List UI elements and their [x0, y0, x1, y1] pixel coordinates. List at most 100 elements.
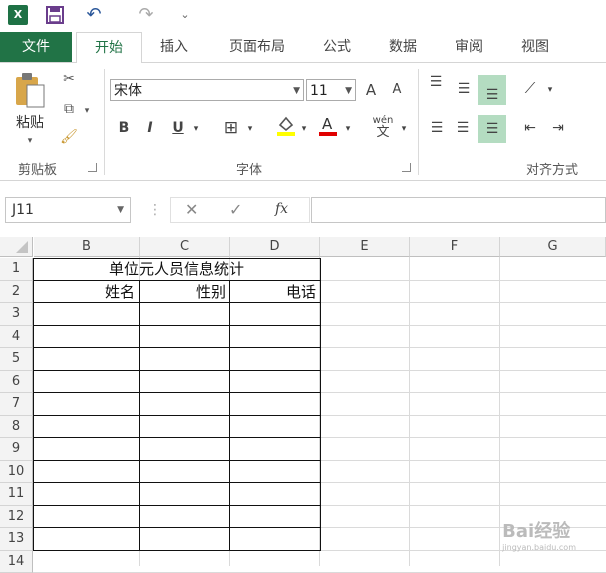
row-header-10[interactable]: 10 — [0, 461, 33, 484]
column-header-b[interactable]: B — [34, 237, 140, 257]
table-border-vertical — [139, 281, 140, 551]
increase-indent-icon[interactable]: ⇥ — [546, 117, 570, 139]
tab-view[interactable]: 视图 — [510, 32, 560, 62]
row-header-3[interactable]: 3 — [0, 303, 33, 326]
chevron-down-icon: ▼ — [345, 80, 352, 102]
table-border-horizontal — [34, 347, 321, 348]
column-header-f[interactable]: F — [410, 237, 500, 257]
chevron-down-icon[interactable]: ▾ — [342, 118, 354, 140]
orientation-icon[interactable]: ⟋ — [518, 77, 542, 99]
table-border-horizontal — [34, 527, 321, 528]
tab-file[interactable]: 文件 — [0, 32, 72, 62]
tab-review[interactable]: 审阅 — [444, 32, 494, 62]
chevron-down-icon[interactable]: ▼ — [117, 198, 124, 222]
column-header-d[interactable]: D — [230, 237, 320, 257]
paste-icon[interactable] — [12, 71, 48, 109]
font-size-combo[interactable]: 11▼ — [306, 79, 356, 101]
row-header-13[interactable]: 13 — [0, 528, 33, 551]
alignment-group-label: 对齐方式 — [526, 159, 578, 178]
column-header-e[interactable]: E — [320, 237, 410, 257]
row-header-14[interactable]: 14 — [0, 551, 33, 573]
tab-insert[interactable]: 插入 — [146, 32, 202, 62]
table-border-horizontal — [34, 482, 321, 483]
formula-bar: J11 ▼ ⋮ ✕ ✓ fx — [0, 181, 606, 231]
copy-icon[interactable]: ⧉ — [58, 99, 80, 119]
enter-icon[interactable]: ✓ — [229, 200, 242, 219]
top-align-icon[interactable]: ☰ — [424, 75, 448, 103]
watermark-text: Bai经验 — [502, 521, 570, 542]
chevron-down-icon[interactable]: ▾ — [244, 118, 256, 140]
table-border-horizontal — [34, 392, 321, 393]
middle-align-icon[interactable]: ☰ — [452, 75, 476, 103]
tab-page-layout[interactable]: 页面布局 — [212, 32, 302, 62]
fill-color-icon[interactable] — [274, 113, 298, 144]
align-left-icon[interactable]: ☰ — [426, 117, 448, 139]
format-painter-icon[interactable]: 🖌 — [58, 127, 80, 147]
ribbon-tabs: 文件 开始 插入 页面布局 公式 数据 审阅 视图 — [0, 32, 606, 63]
save-icon[interactable] — [44, 4, 66, 26]
customize-qat-button[interactable]: ⌄ — [178, 4, 192, 26]
chevron-down-icon[interactable]: ▾ — [298, 118, 310, 140]
undo-button[interactable]: ↶ — [80, 4, 108, 26]
group-divider — [418, 69, 419, 175]
sheet-title-cell[interactable]: 单位元人员信息统计 — [34, 258, 319, 280]
gridline-vertical — [499, 257, 500, 566]
borders-icon[interactable]: ⊞ — [220, 117, 242, 139]
font-name-combo[interactable]: 宋体▼ — [110, 79, 304, 101]
row-header-1[interactable]: 1 — [0, 258, 33, 281]
font-launcher-icon[interactable] — [402, 163, 411, 172]
paste-label[interactable]: 粘贴 — [10, 113, 50, 133]
name-box[interactable]: J11 ▼ — [5, 197, 131, 223]
font-color-icon[interactable]: A — [316, 113, 340, 144]
align-center-icon[interactable]: ☰ — [452, 117, 474, 139]
excel-logo-icon: X — [8, 5, 28, 25]
chevron-down-icon[interactable]: ▾ — [190, 118, 202, 140]
header-cell-gender[interactable]: 性别 — [140, 281, 229, 303]
copy-dropdown-icon[interactable]: ▾ — [82, 101, 92, 121]
resize-handle-icon[interactable]: ⋮ — [148, 199, 154, 221]
row-header-5[interactable]: 5 — [0, 348, 33, 371]
clipboard-launcher-icon[interactable] — [88, 163, 97, 172]
font-group-label: 字体 — [236, 159, 262, 178]
watermark-url: jingyan.baidu.com — [502, 543, 576, 552]
bold-button[interactable]: B — [114, 117, 134, 139]
align-right-icon[interactable]: ☰ — [478, 115, 506, 143]
row-header-4[interactable]: 4 — [0, 326, 33, 349]
underline-button[interactable]: U — [168, 117, 188, 139]
phonetic-char-icon: 文 — [368, 127, 398, 139]
formula-input[interactable] — [311, 197, 606, 223]
worksheet-grid: BCDEFG 1234567891011121314 单位元人员信息统计 姓名 … — [0, 237, 606, 566]
table-border-horizontal — [34, 415, 321, 416]
insert-function-icon[interactable]: fx — [275, 201, 288, 217]
row-header-8[interactable]: 8 — [0, 416, 33, 439]
row-header-9[interactable]: 9 — [0, 438, 33, 461]
redo-button[interactable]: ↷ — [132, 4, 160, 26]
formula-buttons: ✕ ✓ fx — [170, 197, 310, 223]
italic-button[interactable]: I — [140, 117, 160, 139]
row-header-6[interactable]: 6 — [0, 371, 33, 394]
tab-formulas[interactable]: 公式 — [310, 32, 364, 62]
cancel-icon[interactable]: ✕ — [185, 200, 198, 219]
table-border-horizontal — [34, 437, 321, 438]
bottom-align-icon[interactable]: ☰ — [478, 75, 506, 105]
header-cell-name[interactable]: 姓名 — [34, 281, 138, 303]
phonetic-guide-button[interactable]: wén文 — [368, 115, 398, 139]
grow-font-button[interactable]: A — [360, 79, 382, 101]
row-header-11[interactable]: 11 — [0, 483, 33, 506]
row-header-2[interactable]: 2 — [0, 281, 33, 304]
table-border-horizontal — [34, 460, 321, 461]
column-header-g[interactable]: G — [500, 237, 606, 257]
header-cell-phone[interactable]: 电话 — [230, 281, 319, 303]
shrink-font-button[interactable]: A — [386, 79, 408, 101]
column-header-c[interactable]: C — [140, 237, 230, 257]
cut-icon[interactable]: ✂ — [58, 69, 80, 89]
decrease-indent-icon[interactable]: ⇤ — [518, 117, 542, 139]
chevron-down-icon[interactable]: ▾ — [398, 118, 410, 140]
row-header-7[interactable]: 7 — [0, 393, 33, 416]
row-header-12[interactable]: 12 — [0, 506, 33, 529]
tab-home[interactable]: 开始 — [76, 32, 142, 64]
tab-data[interactable]: 数据 — [378, 32, 428, 62]
select-all-button[interactable] — [0, 237, 33, 257]
paste-dropdown-icon[interactable]: ▾ — [20, 131, 40, 151]
chevron-down-icon[interactable]: ▾ — [544, 79, 556, 101]
